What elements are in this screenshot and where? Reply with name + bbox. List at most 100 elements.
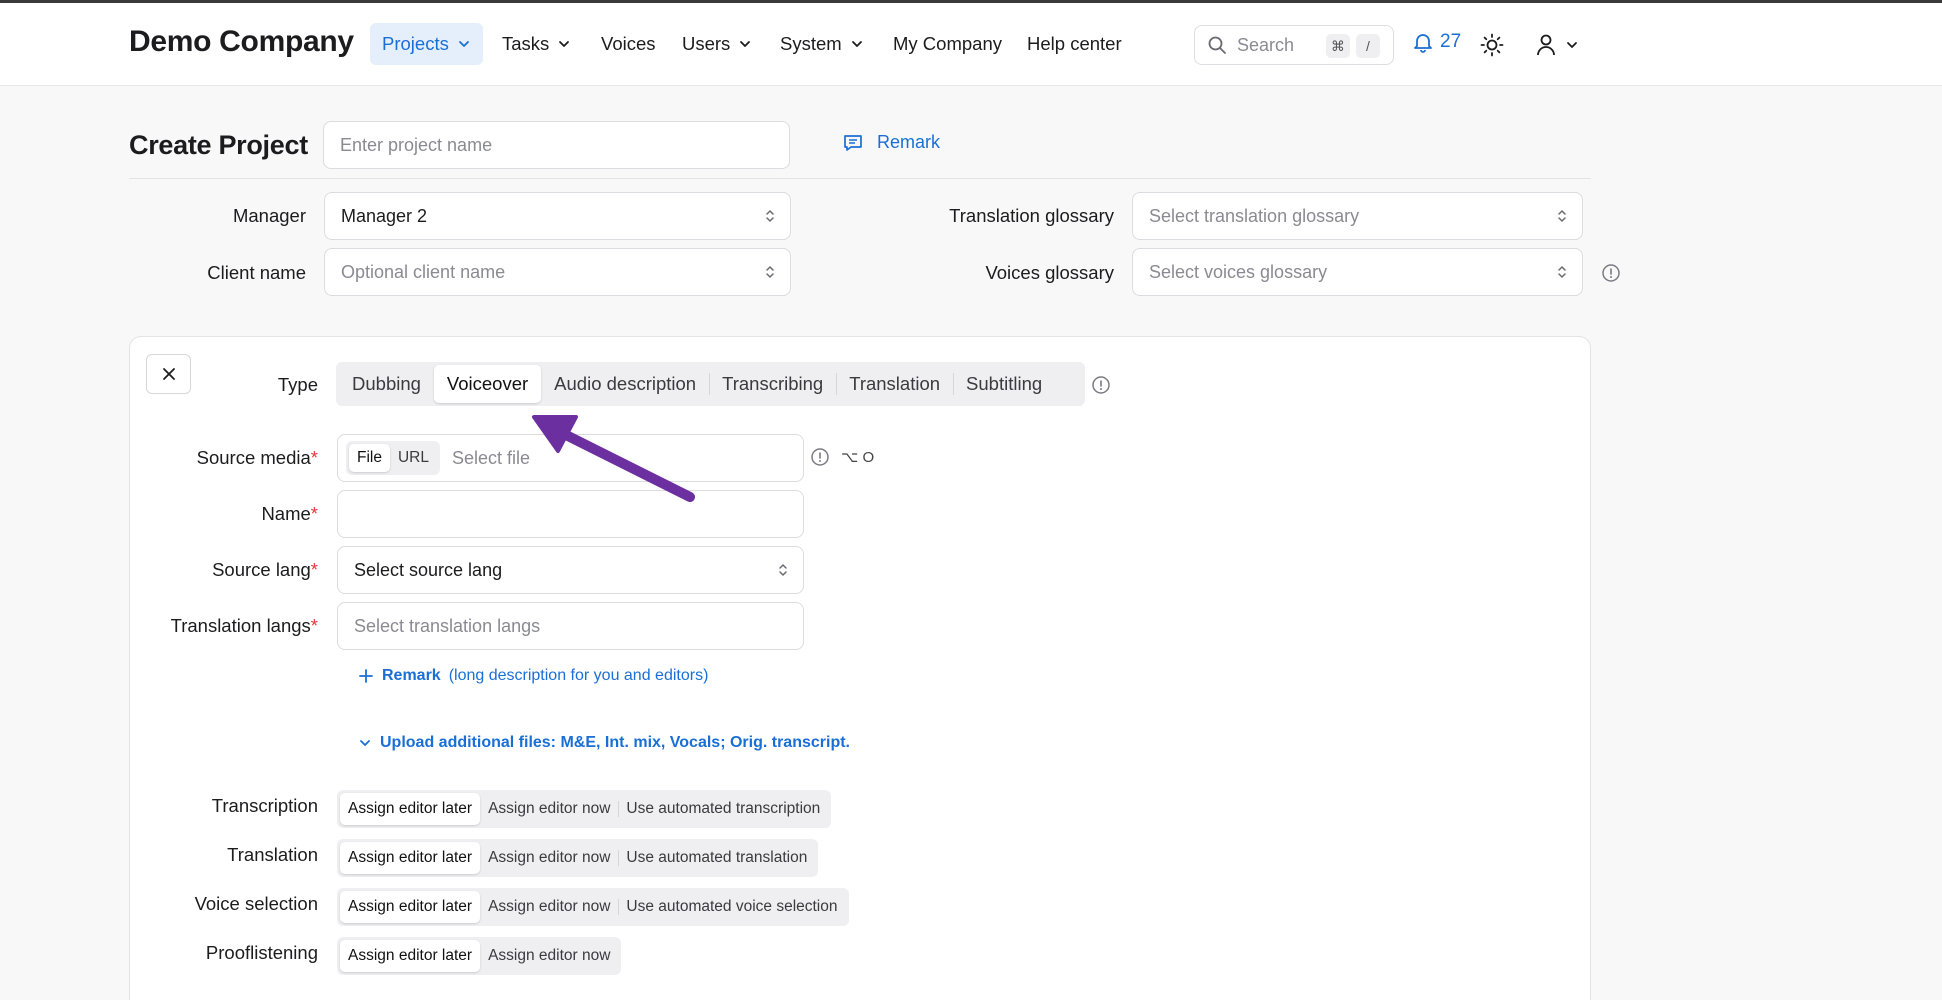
nav-projects-label: Projects	[382, 33, 449, 54]
stage-label-prooflistening: Prooflistening	[205, 942, 318, 963]
stage-label-translation: Translation	[227, 844, 318, 865]
nav-my-company-label: My Company	[893, 33, 1002, 54]
source-lang-label-text: Source lang	[212, 559, 311, 580]
nav-system[interactable]: System	[768, 23, 876, 65]
search-icon	[1208, 36, 1226, 54]
stage-option[interactable]: Use automated transcription	[618, 793, 828, 825]
stage-option[interactable]: Assign editor now	[480, 891, 618, 923]
type-option-dubbing[interactable]: Dubbing	[339, 365, 434, 403]
close-button[interactable]	[146, 354, 191, 394]
transcription-stage-control: Assign editor later Assign editor now Us…	[337, 790, 832, 828]
nav-help-center[interactable]: Help center	[1015, 23, 1134, 65]
company-brand[interactable]: Demo Company	[129, 25, 354, 59]
close-icon	[162, 368, 175, 380]
info-icon[interactable]	[1091, 375, 1111, 395]
search-placeholder: Search	[1237, 34, 1295, 55]
nav-voices[interactable]: Voices	[589, 23, 668, 65]
nav-projects[interactable]: Projects	[370, 23, 483, 65]
notifications-count: 27	[1440, 31, 1462, 52]
required-marker: *	[310, 559, 318, 580]
type-label: Type	[277, 374, 318, 395]
search-box[interactable]: Search ⌘ /	[1194, 25, 1394, 65]
user-menu[interactable]	[1535, 33, 1579, 57]
page-title: Create Project	[129, 130, 308, 160]
remark-button[interactable]: Remark	[843, 132, 940, 153]
translation-langs-label: Translation langs*	[120, 615, 318, 637]
type-option-translation[interactable]: Translation	[836, 365, 953, 403]
nav-tasks[interactable]: Tasks	[490, 23, 583, 65]
add-remark-hint: (long description for you and editors)	[448, 667, 709, 684]
translation-langs-select[interactable]: Select translation langs	[337, 602, 804, 650]
stage-label-voice-selection: Voice selection	[194, 893, 318, 914]
updown-icon	[1558, 266, 1566, 278]
info-icon[interactable]	[1601, 263, 1621, 283]
nav-users-label: Users	[682, 33, 731, 54]
voices-glossary-select[interactable]: Select voices glossary	[1132, 248, 1583, 296]
type-option-transcribing[interactable]: Transcribing	[709, 365, 836, 403]
nav-system-label: System	[780, 33, 842, 54]
updown-icon	[766, 210, 774, 222]
divider	[129, 178, 1591, 179]
remark-label: Remark	[877, 132, 941, 152]
translation-glossary-placeholder: Select translation glossary	[1149, 205, 1360, 226]
stage-label-transcription: Transcription	[211, 795, 318, 816]
stage-option[interactable]: Assign editor later	[340, 842, 481, 874]
sun-icon	[1480, 33, 1504, 57]
source-media-mode-file[interactable]: File	[349, 444, 390, 472]
name-label-text: Name	[261, 503, 311, 524]
name-label: Name*	[150, 503, 318, 525]
translation-glossary-select[interactable]: Select translation glossary	[1132, 192, 1583, 240]
source-media-mode-url[interactable]: URL	[390, 444, 437, 472]
required-marker: *	[310, 447, 318, 468]
stage-option[interactable]: Assign editor later	[340, 940, 481, 972]
translation-glossary-label: Translation glossary	[949, 205, 1114, 226]
stage-option[interactable]: Assign editor later	[340, 793, 481, 825]
type-option-voiceover[interactable]: Voiceover	[433, 365, 542, 403]
source-lang-label: Source lang*	[150, 559, 318, 581]
type-option-subtitling[interactable]: Subtitling	[953, 365, 1055, 403]
nav-my-company[interactable]: My Company	[881, 23, 1014, 65]
source-media-label-text: Source media	[196, 447, 311, 468]
voices-glossary-placeholder: Select voices glossary	[1149, 261, 1328, 282]
upload-additional-files-toggle[interactable]: Upload additional files: M&E, Int. mix, …	[358, 734, 850, 752]
user-icon	[1537, 34, 1555, 56]
stage-option[interactable]: Assign editor later	[340, 891, 481, 923]
client-name-select[interactable]: Optional client name	[324, 248, 791, 296]
project-name-input[interactable]: Enter project name	[323, 121, 790, 169]
source-lang-select[interactable]: Select source lang	[337, 546, 804, 594]
manager-select[interactable]: Manager 2	[324, 192, 791, 240]
comment-icon	[844, 134, 862, 151]
info-icon[interactable]	[810, 447, 830, 467]
required-marker: *	[310, 615, 318, 636]
type-option-audio-description[interactable]: Audio description	[541, 365, 709, 403]
translation-langs-label-text: Translation langs	[170, 615, 311, 636]
theme-toggle[interactable]	[1480, 33, 1504, 62]
stage-option[interactable]: Assign editor now	[480, 793, 618, 825]
required-marker: *	[310, 503, 318, 524]
notifications-button[interactable]: 27	[1412, 31, 1461, 53]
nav-help-center-label: Help center	[1027, 33, 1122, 54]
updown-icon	[1558, 210, 1566, 222]
add-remark-link[interactable]: Remark (long description for you and edi…	[358, 667, 708, 685]
source-media-placeholder: Select file	[452, 447, 531, 468]
type-segmented-control: Dubbing Voiceover Audio description Tran…	[336, 362, 1085, 406]
source-media-shortcut: ⌥ O	[841, 449, 875, 466]
translation-langs-placeholder: Select translation langs	[354, 615, 541, 636]
top-navbar: Demo Company Projects Tasks Voices Users…	[0, 3, 1942, 86]
stage-option[interactable]: Use automated voice selection	[618, 891, 845, 923]
bell-icon	[1414, 34, 1432, 53]
plus-icon	[359, 669, 373, 683]
project-name-placeholder: Enter project name	[340, 134, 493, 155]
nav-tasks-label: Tasks	[502, 33, 550, 54]
prooflistening-stage-control: Assign editor later Assign editor now	[337, 937, 622, 975]
chevron-down-icon	[851, 41, 862, 47]
updown-icon	[779, 564, 787, 576]
chevron-down-icon	[559, 41, 570, 47]
nav-users[interactable]: Users	[670, 23, 764, 65]
stage-option[interactable]: Use automated translation	[618, 842, 815, 874]
stage-option[interactable]: Assign editor now	[480, 842, 618, 874]
voices-glossary-label: Voices glossary	[985, 262, 1114, 283]
manager-value: Manager 2	[341, 205, 428, 226]
annotation-arrow	[532, 415, 695, 502]
stage-option[interactable]: Assign editor now	[480, 940, 618, 972]
